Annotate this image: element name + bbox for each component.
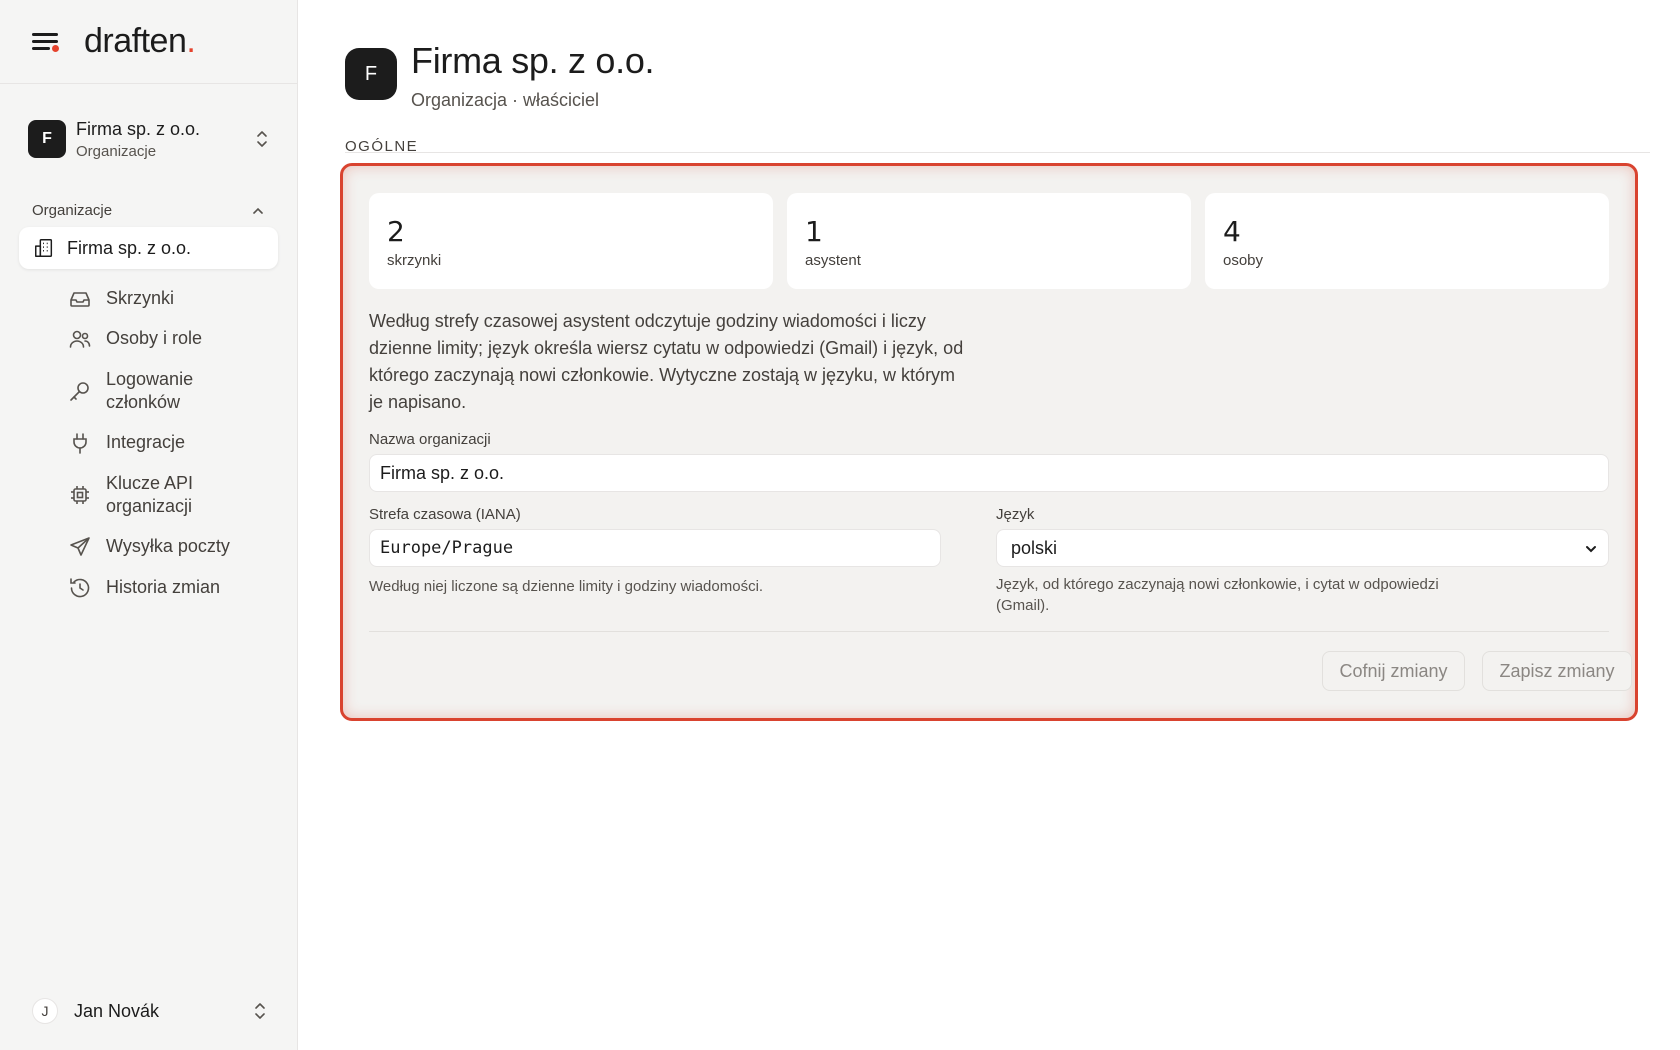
form-divider — [369, 631, 1609, 632]
sidebar-item-integrations[interactable]: Integracje — [68, 431, 277, 455]
menu-icon[interactable] — [32, 31, 60, 53]
timezone-help: Według niej liczone są dzienne limity i … — [369, 578, 764, 595]
building-icon — [35, 239, 53, 257]
stat-value: 2 — [387, 215, 405, 248]
chip-icon — [71, 486, 89, 504]
chevron-up-icon — [253, 207, 263, 214]
stat-card-mailboxes: 2 skrzynki — [369, 193, 773, 289]
sidebar: draften. F Firma sp. z o.o. Organizacje … — [0, 0, 298, 1050]
sidebar-item-label: Osoby i role — [106, 328, 203, 348]
chevron-updown-icon — [255, 1003, 265, 1019]
settings-description: Według strefy czasowej asystent odczytuj… — [369, 311, 964, 412]
user-menu[interactable]: J Jan Novák — [32, 998, 267, 1024]
inbox-icon — [70, 292, 90, 307]
sidebar-item-api-keys[interactable]: Klucze API organizacji — [68, 472, 277, 518]
stat-label: osoby — [1223, 252, 1264, 269]
stats-row: 2 skrzynki 1 asystent 4 osoby — [369, 193, 1609, 289]
sidebar-item-label: Klucze API organizacji — [106, 473, 194, 516]
page-title: Firma sp. z o.o. — [411, 40, 655, 81]
plug-icon — [73, 433, 87, 454]
section-header-organizations[interactable]: Organizacje — [32, 202, 265, 219]
sidebar-item-label: Logowanie członków — [106, 369, 194, 412]
language-help: Język, od którego zaczynają nowi członko… — [996, 576, 1439, 614]
stat-value: 1 — [805, 215, 823, 248]
general-settings-panel: 2 skrzynki 1 asystent 4 osoby Według str… — [340, 163, 1638, 721]
send-icon — [70, 537, 90, 556]
sidebar-item-label: Integracje — [106, 432, 186, 452]
timezone-label: Strefa czasowa (IANA) — [369, 506, 521, 523]
section-divider — [345, 152, 1650, 153]
revert-button[interactable]: Cofnij zmiany — [1322, 651, 1465, 691]
stat-card-assistants: 1 asystent — [787, 193, 1191, 289]
org-switcher-name: Firma sp. z o.o. — [76, 118, 201, 139]
org-switcher[interactable]: F Firma sp. z o.o. Organizacje — [28, 114, 269, 164]
chevron-updown-icon — [257, 131, 267, 147]
chevron-down-icon — [1586, 546, 1596, 553]
sidebar-item-org-active[interactable]: Firma sp. z o.o. — [19, 227, 278, 269]
sidebar-item-label: Historia zmian — [106, 577, 221, 597]
logo[interactable]: draften. — [84, 22, 196, 61]
org-avatar: F — [345, 48, 397, 100]
history-icon — [70, 578, 90, 598]
language-select[interactable]: polski — [996, 529, 1609, 567]
save-button[interactable]: Zapisz zmiany — [1482, 651, 1632, 691]
main-content: F Firma sp. z o.o. Organizacja · właścic… — [299, 0, 1680, 1050]
org-name-label: Nazwa organizacji — [369, 431, 491, 448]
sidebar-item-mailboxes[interactable]: Skrzynki — [68, 287, 277, 311]
org-name-field[interactable]: Firma sp. z o.o. — [369, 454, 1609, 492]
brand-bar: draften. — [0, 0, 297, 84]
stat-value: 4 — [1223, 215, 1241, 248]
stat-label: asystent — [805, 252, 861, 269]
page-header: F Firma sp. z o.o. Organizacja · właścic… — [345, 40, 655, 111]
sidebar-item-label: Skrzynki — [106, 288, 175, 308]
language-select-value: polski — [1011, 537, 1058, 558]
stat-card-people: 4 osoby — [1205, 193, 1609, 289]
user-name: Jan Novák — [74, 1000, 160, 1021]
section-title: Organizacje — [32, 202, 113, 219]
key-icon — [70, 382, 89, 401]
timezone-field[interactable]: Europe/Prague — [369, 529, 941, 567]
users-icon — [69, 330, 91, 348]
stat-label: skrzynki — [387, 252, 442, 269]
sidebar-item-mail-sending[interactable]: Wysyłka poczty — [68, 535, 277, 559]
language-label: Język — [996, 506, 1035, 523]
avatar: J — [32, 998, 58, 1024]
org-switcher-subtitle: Organizacje — [76, 142, 157, 160]
sidebar-item-label: Wysyłka poczty — [106, 536, 230, 556]
sidebar-item-history[interactable]: Historia zmian — [68, 576, 277, 600]
sidebar-item-label: Firma sp. z o.o. — [67, 237, 192, 258]
sidebar-item-people[interactable]: Osoby i role — [68, 327, 277, 351]
org-avatar: F — [28, 120, 66, 158]
sidebar-item-member-login[interactable]: Logowanie członków — [68, 368, 277, 414]
page-subtitle: Organizacja · właściciel — [411, 90, 600, 110]
